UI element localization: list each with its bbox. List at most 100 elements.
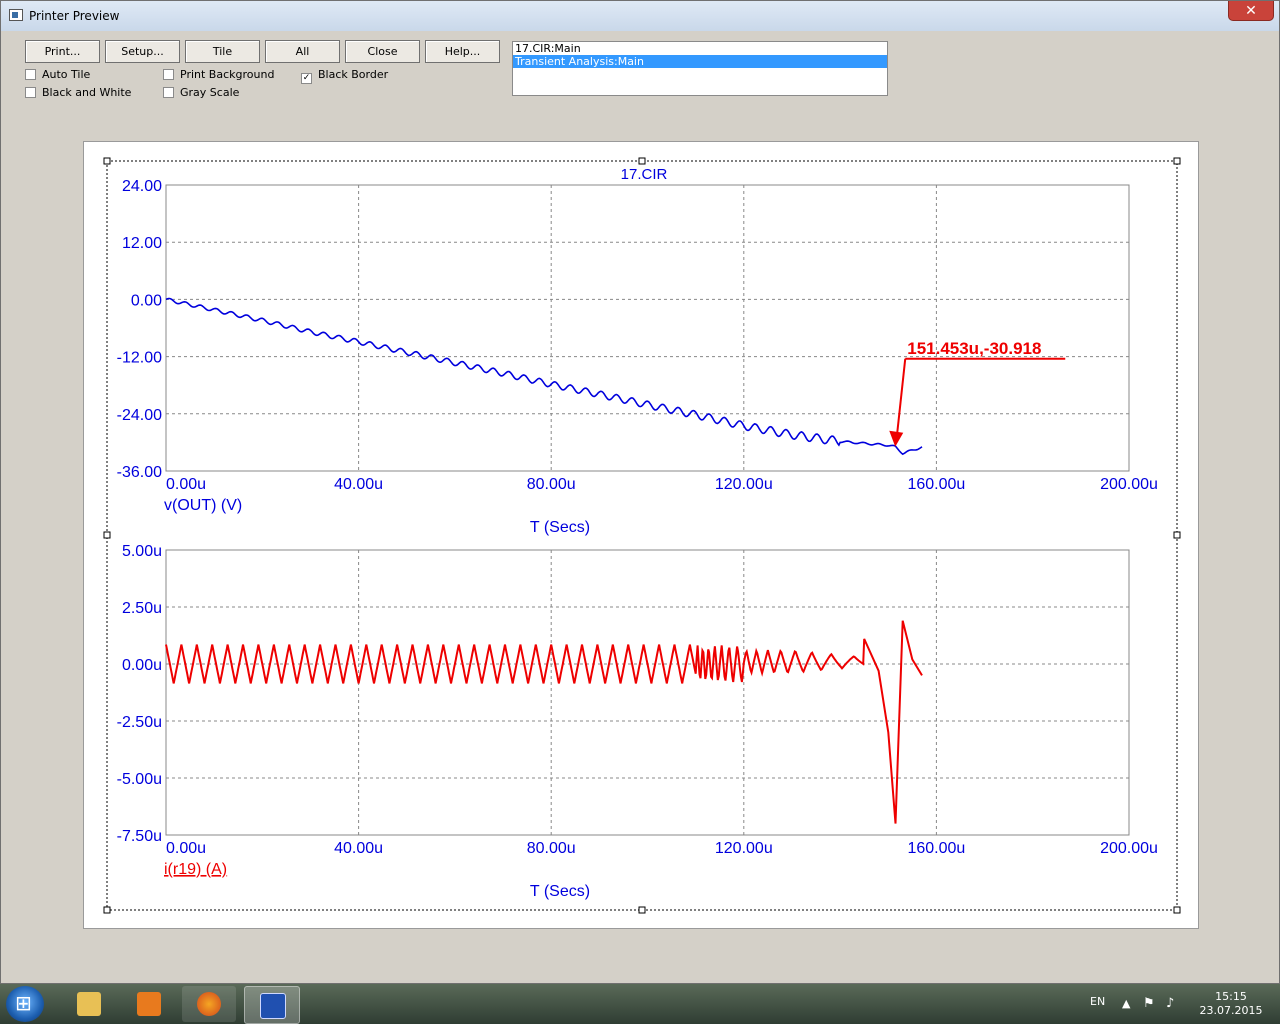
taskbar-firefox[interactable] — [182, 986, 236, 1022]
checkbox-label: Auto Tile — [42, 68, 91, 81]
y-tick-label: -24.00 — [117, 407, 162, 424]
list-item[interactable]: 17.CIR:Main — [513, 42, 887, 55]
volume-icon[interactable]: ♪ — [1166, 984, 1174, 1024]
y-tick-label: -2.50u — [117, 714, 162, 731]
taskbar: EN ▲ ⚑ ♪ 15:15 23.07.2015 — [0, 984, 1280, 1024]
black-and-white-checkbox[interactable]: Black and White — [25, 86, 131, 100]
black-border-checkbox[interactable]: ✓ Black Border — [301, 68, 389, 84]
taskbar-explorer[interactable] — [62, 986, 116, 1022]
y-tick-label: 0.00 — [131, 292, 162, 309]
show-hidden-icons[interactable]: ▲ — [1122, 984, 1130, 1024]
checkbox-box-checked[interactable]: ✓ — [301, 73, 312, 84]
checkbox-box[interactable] — [25, 69, 36, 80]
plot1-y-ticks: 24.00 12.00 0.00 -12.00 -24.00 -36.00 — [117, 178, 162, 481]
plot1-x-ticks: 0.00u 40.00u 80.00u 120.00u 160.00u 200.00u — [166, 476, 1158, 493]
print-border — [106, 160, 1178, 911]
tile-button[interactable]: Tile — [185, 40, 260, 63]
print-background-checkbox[interactable]: Print Background — [163, 68, 274, 82]
x-tick-label: 120.00u — [715, 840, 773, 857]
y-tick-label: 2.50u — [122, 600, 162, 617]
series-vout-line — [165, 297, 923, 456]
all-button[interactable]: All — [265, 40, 340, 63]
clock-time: 15:15 — [1215, 990, 1247, 1003]
list-item-selected[interactable]: Transient Analysis:Main — [513, 55, 887, 68]
plot1-xlabel: T (Secs) — [530, 519, 590, 536]
resize-handle[interactable] — [1173, 906, 1181, 914]
y-tick-label: 5.00u — [122, 543, 162, 560]
resize-handle[interactable] — [1173, 531, 1181, 539]
checkbox-label: Black Border — [318, 68, 389, 81]
print-button[interactable]: Print... — [25, 40, 100, 63]
x-tick-label: 160.00u — [907, 840, 965, 857]
resize-handle[interactable] — [638, 906, 646, 914]
x-tick-label: 0.00u — [166, 476, 206, 493]
gray-scale-checkbox[interactable]: Gray Scale — [163, 86, 239, 100]
plot1-grid — [166, 185, 1129, 471]
resize-handle[interactable] — [638, 157, 646, 165]
plot1-title: 17.CIR — [621, 166, 668, 183]
plot2-x-ticks: 0.00u 40.00u 80.00u 120.00u 160.00u 200.00u — [166, 840, 1158, 857]
plot-canvas: 17.CIR 24.0012.000.00-12.00-24.00-36.00 … — [103, 157, 1181, 914]
microcap-icon — [260, 993, 286, 1019]
plot2-y-ticks: 5.00u 2.50u 0.00u -2.50u -5.00u -7.50u — [117, 543, 162, 845]
series-ir19-line — [165, 620, 923, 824]
clock[interactable]: 15:15 23.07.2015 — [1196, 990, 1266, 1018]
plot2-frame — [165, 549, 1130, 836]
preview-page: 17.CIR 24.00 12.00 0.00 -12.00 -24.00 -36.00 … — [83, 141, 1199, 929]
taskbar-microcap[interactable] — [244, 986, 300, 1024]
printer-preview-window: Printer Preview ✕ Print... Setup... Tile… — [0, 0, 1280, 984]
plot2-ylabel: i(r19) (A) — [164, 861, 227, 878]
checkbox-box[interactable] — [163, 69, 174, 80]
y-tick-label: 12.00 — [122, 235, 162, 252]
annotation-label: 151.453u,-30.918 — [907, 339, 1041, 358]
y-tick-label: -36.00 — [117, 464, 162, 481]
folder-icon — [77, 992, 101, 1016]
plot2-grid — [166, 550, 1129, 835]
taskbar-media-player[interactable] — [122, 986, 176, 1022]
checkbox-label: Black and White — [42, 86, 132, 99]
checkbox-box[interactable] — [163, 87, 174, 98]
x-tick-label: 120.00u — [715, 476, 773, 493]
language-indicator[interactable]: EN — [1090, 984, 1105, 1024]
selection-handles[interactable] — [103, 157, 1181, 914]
checkbox-label: Gray Scale — [180, 86, 240, 99]
plot1-ylabel: v(OUT) (V) — [164, 497, 242, 514]
clock-date: 23.07.2015 — [1199, 1004, 1263, 1017]
x-tick-label: 80.00u — [527, 840, 576, 857]
y-tick-label: 24.00 — [122, 178, 162, 195]
x-tick-label: 40.00u — [334, 476, 383, 493]
cursor-annotation: 151.453u,-30.918 — [889, 339, 1066, 447]
window-title: Printer Preview — [29, 9, 120, 23]
y-tick-label: -5.00u — [117, 771, 162, 788]
setup-button[interactable]: Setup... — [105, 40, 180, 63]
x-tick-label: 80.00u — [527, 476, 576, 493]
y-tick-label: 0.00u — [122, 657, 162, 674]
annotation-arrowhead — [889, 430, 904, 447]
x-tick-label: 200.00u — [1100, 476, 1158, 493]
title-bar[interactable]: Printer Preview ✕ — [1, 1, 1279, 31]
x-tick-label: 0.00u — [166, 840, 206, 857]
firefox-icon — [197, 992, 221, 1016]
close-button[interactable]: Close — [345, 40, 420, 63]
resize-handle[interactable] — [103, 906, 111, 914]
printer-preview-icon — [9, 9, 23, 21]
checkbox-box[interactable] — [25, 87, 36, 98]
annotation-leader-diagonal — [896, 358, 907, 433]
help-button[interactable]: Help... — [425, 40, 500, 63]
start-button[interactable] — [6, 986, 44, 1022]
x-tick-label: 160.00u — [907, 476, 965, 493]
action-center-icon[interactable]: ⚑ — [1143, 984, 1155, 1024]
checkbox-label: Print Background — [180, 68, 275, 81]
auto-tile-checkbox[interactable]: Auto Tile — [25, 68, 90, 82]
plot2-xlabel: T (Secs) — [530, 883, 590, 900]
resize-handle[interactable] — [103, 531, 111, 539]
client-area: Print... Setup... Tile All Close Help...… — [9, 31, 1271, 977]
x-tick-label: 200.00u — [1100, 840, 1158, 857]
resize-handle[interactable] — [1173, 157, 1181, 165]
analysis-listbox[interactable]: 17.CIR:Main Transient Analysis:Main — [512, 41, 888, 96]
x-tick-label: 40.00u — [334, 840, 383, 857]
resize-handle[interactable] — [103, 157, 111, 165]
window-close-button[interactable]: ✕ — [1228, 1, 1274, 21]
y-tick-label: -12.00 — [117, 350, 162, 367]
media-player-icon — [137, 992, 161, 1016]
